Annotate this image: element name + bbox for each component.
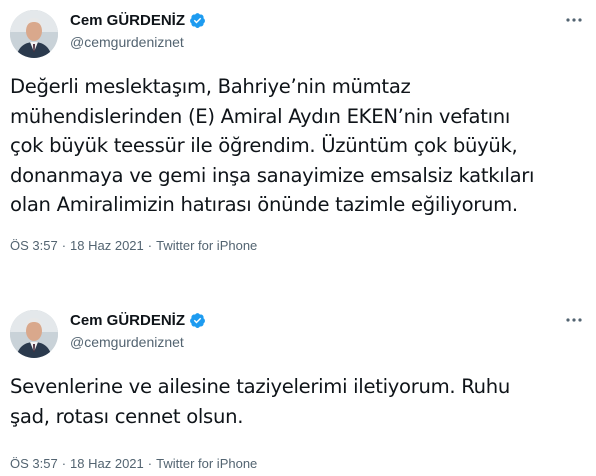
- meta-separator: ·: [61, 456, 67, 471]
- author-display-name[interactable]: Cem GÜRDENİZ: [70, 12, 185, 29]
- tweet-time[interactable]: ÖS 3:57: [10, 456, 58, 471]
- tweet-text-line: olan Amiralimizin hatırası önünde taziml…: [10, 193, 518, 216]
- tweet-text-line: çok büyük teessür ile öğrendim. Üzüntüm …: [10, 134, 518, 157]
- verified-badge-icon: [189, 312, 206, 329]
- tweet-date[interactable]: 18 Haz 2021: [70, 456, 144, 471]
- tweet-date[interactable]: 18 Haz 2021: [70, 238, 144, 253]
- tweet-meta: ÖS 3:57 · 18 Haz 2021 · Twitter for iPho…: [10, 456, 257, 471]
- author-handle[interactable]: @cemgurdeniznet: [70, 334, 184, 350]
- tweet-text-line: donanmaya ve gemi inşa sanayimize emsals…: [10, 163, 535, 187]
- author-handle[interactable]: @cemgurdeniznet: [70, 34, 184, 50]
- tweet[interactable]: Cem GÜRDENİZ @cemgurdeniznet Sevenlerine…: [0, 300, 596, 476]
- tweet-text: Değerli meslektaşım, Bahriye’nin mümtaz …: [10, 72, 585, 220]
- tweet-text-line: Değerli meslektaşım, Bahriye’nin mümtaz: [10, 75, 411, 98]
- tweet-time[interactable]: ÖS 3:57: [10, 238, 58, 253]
- tweet-source-link[interactable]: Twitter for iPhone: [156, 238, 257, 253]
- author-display-name[interactable]: Cem GÜRDENİZ: [70, 312, 185, 329]
- meta-separator: ·: [147, 456, 153, 471]
- more-options-icon[interactable]: [562, 10, 586, 30]
- tweet-text-line: şad, rotası cennet olsun.: [10, 404, 244, 428]
- avatar-image: [10, 310, 58, 358]
- verified-badge-icon: [189, 12, 206, 29]
- tweet-text-line: mühendislerinden (E) Amiral Aydın EKEN’n…: [10, 104, 511, 128]
- tweet[interactable]: Cem GÜRDENİZ @cemgurdeniznet Değerli mes…: [0, 0, 596, 285]
- author-name-row: Cem GÜRDENİZ: [70, 12, 206, 29]
- more-options-icon[interactable]: [562, 310, 586, 330]
- avatar-image: [10, 10, 58, 58]
- avatar[interactable]: [10, 310, 58, 358]
- meta-separator: ·: [61, 238, 67, 253]
- author-name-row: Cem GÜRDENİZ: [70, 312, 206, 329]
- meta-separator: ·: [147, 238, 153, 253]
- tweet-text: Sevenlerine ve ailesine taziyelerimi ile…: [10, 372, 585, 431]
- tweet-source-link[interactable]: Twitter for iPhone: [156, 456, 257, 471]
- avatar[interactable]: [10, 10, 58, 58]
- tweet-meta: ÖS 3:57 · 18 Haz 2021 · Twitter for iPho…: [10, 238, 257, 253]
- tweet-text-line: Sevenlerine ve ailesine taziyelerimi ile…: [10, 375, 511, 398]
